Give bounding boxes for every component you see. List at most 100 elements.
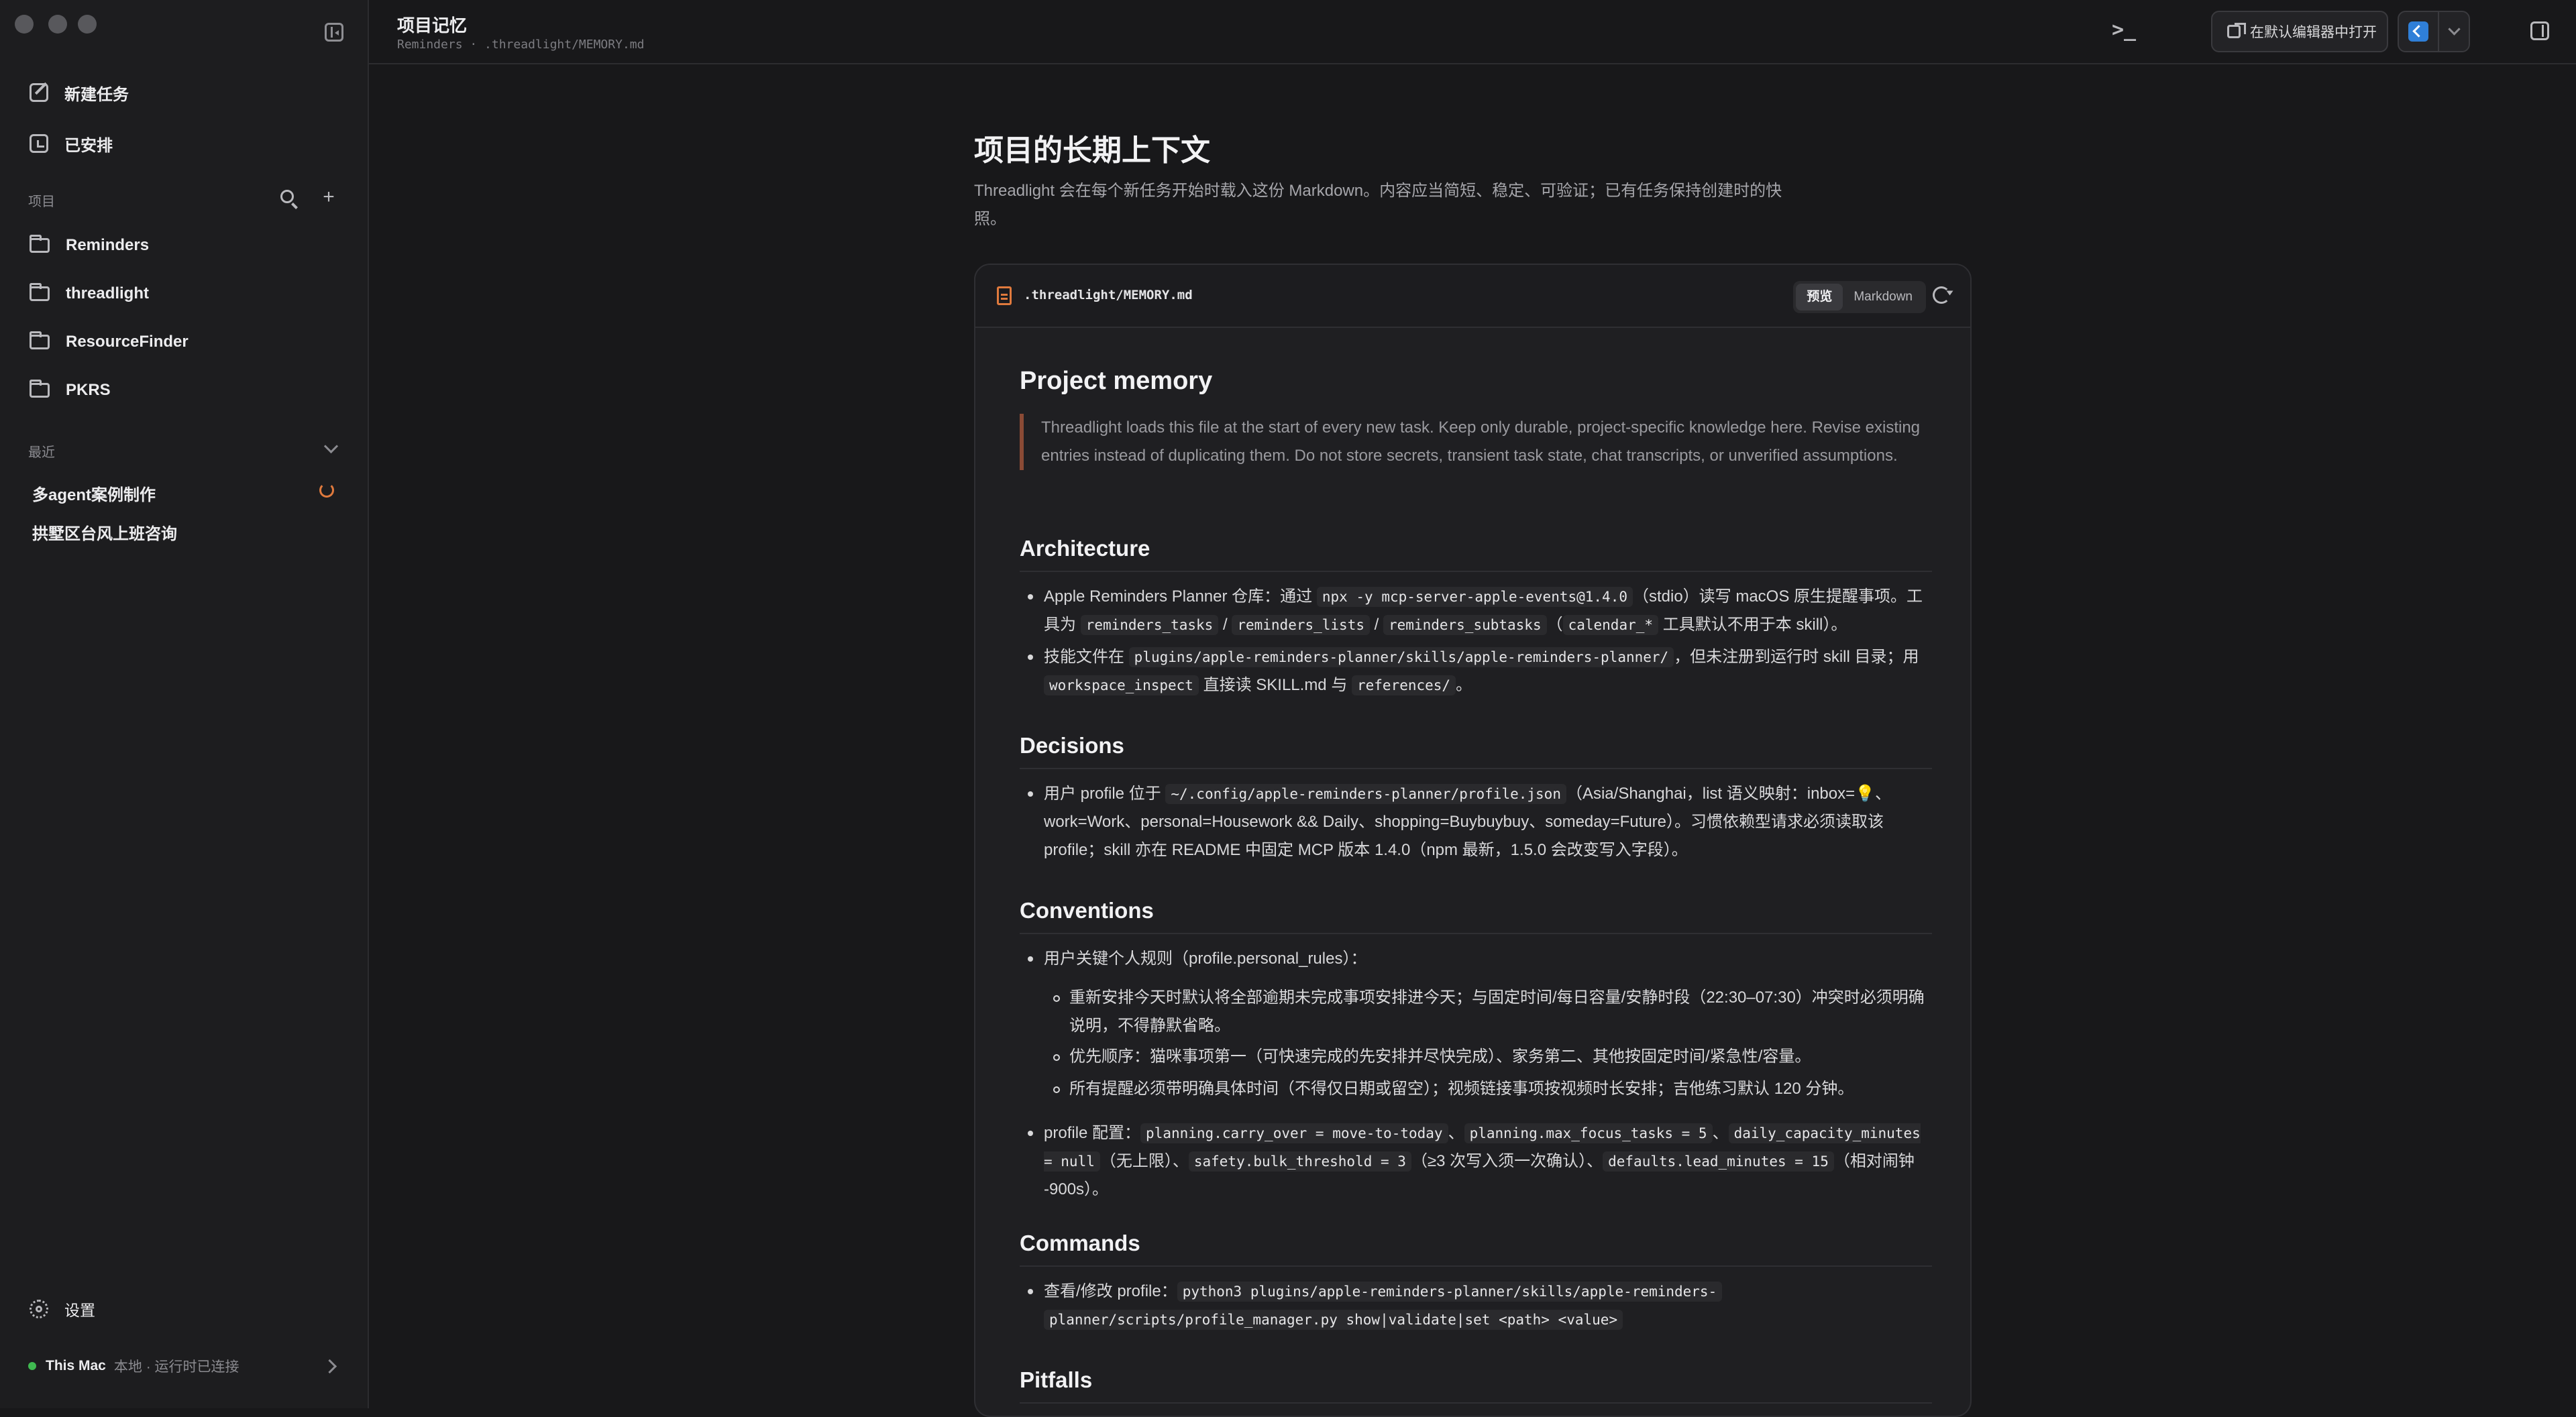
settings-label: 设置 [64,1302,95,1319]
scheduled-button[interactable]: 已安排 [30,123,345,164]
folder-icon [30,380,50,398]
list-item: 所有提醒必须带明确具体时间（不得仅日期或留空）；视频链接事项按视频时长安排；吉他… [1053,1075,1932,1103]
search-icon[interactable] [280,190,294,203]
inline-code: planning.max_focus_tasks = 5 [1464,1123,1713,1143]
inline-code: references/ [1352,675,1456,695]
panel-icon[interactable] [2530,21,2549,40]
md-h2-container: Decisions [1020,733,1932,769]
list-item: 重新安排今天时默认将全部逾期未完成事项安排进今天；与固定时间/每日容量/安静时段… [1053,984,1932,1040]
window-minimize-button[interactable] [48,15,67,34]
text: / [1370,616,1384,634]
project-label: PKRS [66,381,111,399]
inline-code: workspace_inspect [1044,675,1199,695]
heading-pitfalls: Pitfalls [1020,1367,1932,1404]
gear-icon [30,1300,48,1318]
open-in-editor-label: 在默认编辑器中打开 [2250,25,2377,40]
new-task-label: 新建任务 [64,85,129,104]
tab-preview[interactable]: 预览 [1796,284,1843,310]
machine-status-text: 本地 · 运行时已连接 [113,1359,239,1375]
chevron-down-icon[interactable] [2448,22,2461,36]
page-title: 项目记忆 [397,15,468,36]
external-open-icon [2227,23,2246,38]
sidebar-toggle-icon[interactable] [325,23,343,42]
inline-code: plugins/apple-reminders-planner/skills/a… [1128,647,1674,667]
heading-decisions: Decisions [1020,733,1932,769]
inline-code: planning.carry_over = move-to-today [1140,1123,1448,1143]
project-label: threadlight [66,284,149,302]
md-h2-container: Architecture [1020,536,1932,572]
text: 。 [1456,676,1472,694]
inline-code: calendar_* [1562,615,1659,635]
machine-name: This Mac [46,1358,106,1373]
scheduled-label: 已安排 [64,136,113,155]
doc-blockquote: Threadlight loads this file at the start… [1020,414,1936,470]
page-subtitle: Reminders · .threadlight/MEMORY.md [397,38,645,52]
calendar-clock-icon [30,134,48,153]
text: 直接读 SKILL.md 与 [1198,676,1352,694]
project-label: ResourceFinder [66,333,189,351]
window-close-button[interactable] [15,15,34,34]
list-item: Apple Reminders Planner 仓库：通过 npx -y mcp… [1028,583,1932,639]
card-header: .threadlight/MEMORY.md 预览 Markdown [975,265,1970,328]
projects-section-label: 项目 [28,194,55,209]
terminal-icon[interactable]: >_ [2112,20,2136,40]
text: （无上限）、 [1099,1152,1189,1170]
heading-architecture: Architecture [1020,536,1932,572]
text: 、 [1712,1124,1729,1142]
md-h2-container: Conventions [1020,898,1932,934]
folder-icon [30,283,50,301]
project-label: Reminders [66,236,150,254]
view-mode-toggle: 预览 Markdown [1793,281,1926,313]
inline-code: reminders_subtasks [1383,615,1547,635]
inline-code: defaults.lead_minutes = 15 [1603,1151,1834,1172]
heading-commands: Commands [1020,1231,1932,1267]
main-heading: 项目的长期上下文 [974,134,1210,167]
text: 技能文件在 [1044,648,1129,666]
inline-code: reminders_lists [1232,615,1370,635]
edit-icon [30,83,48,102]
new-task-button[interactable]: 新建任务 [30,72,345,113]
refresh-icon[interactable] [1933,286,1950,304]
list-item: 查看/修改 profile： python3 plugins/apple-remi… [1028,1278,1932,1334]
project-item-threadlight[interactable]: threadlight [30,274,345,314]
open-in-editor-button[interactable]: 在默认编辑器中打开 [2211,11,2388,52]
inline-code: planner/scripts/profile_manager.py show|… [1044,1310,1623,1330]
md-h2-container: Commands [1020,1231,1932,1267]
machine-status[interactable]: This Mac 本地 · 运行时已连接 [28,1356,343,1376]
spinner-icon [319,483,334,498]
sidebar: 新建任务 已安排 项目 + Reminders threadlight Reso… [0,0,369,1408]
inline-code: ~/.config/apple-reminders-planner/profil… [1165,784,1566,804]
recent-section-label: 最近 [28,445,55,460]
window-zoom-button[interactable] [78,15,97,34]
project-item-resourcefinder[interactable]: ResourceFinder [30,322,345,362]
text: profile 配置： [1044,1124,1141,1142]
folder-icon [30,331,50,349]
list-item: 用户关键个人规则（profile.personal_rules）： [1028,945,1932,973]
online-indicator [28,1362,36,1370]
memory-file-card: .threadlight/MEMORY.md 预览 Markdown Proje… [974,264,1972,1417]
editor-picker-button[interactable] [2398,11,2470,52]
list-item: 优先顺序：猫咪事项第一（可快速完成的先安排并尽快完成）、家务第二、其他按固定时间… [1053,1043,1932,1071]
text: / [1218,616,1232,634]
inline-code: python3 plugins/apple-reminders-planner/… [1177,1282,1723,1302]
text: 、 [1448,1124,1464,1142]
text: （ [1546,616,1563,634]
inline-code: safety.bulk_threshold = 3 [1188,1151,1411,1172]
project-item-pkrs[interactable]: PKRS [30,370,345,410]
tab-markdown[interactable]: Markdown [1843,284,1923,310]
recent-item[interactable]: 拱墅区台风上班咨询 [32,520,177,544]
project-item-reminders[interactable]: Reminders [30,225,345,266]
recent-item[interactable]: 多agent案例制作 [32,481,156,505]
list-item: profile 配置： planning.carry_over = move-to… [1028,1119,1932,1204]
doc-title: Project memory [1020,367,1213,395]
settings-button[interactable]: 设置 [30,1289,345,1329]
file-path: .threadlight/MEMORY.md [1024,288,1193,302]
text: 用户 profile 位于 [1044,785,1166,803]
plus-icon[interactable]: + [318,186,339,208]
file-icon [997,286,1012,305]
chevron-down-icon[interactable] [323,439,339,454]
md-h2-container: Pitfalls [1020,1367,1932,1404]
text: ，但未注册到运行时 skill 目录；用 [1674,648,1919,666]
text: Apple Reminders Planner 仓库：通过 [1044,587,1317,606]
text: （≥3 次写入须一次确认）、 [1411,1152,1603,1170]
